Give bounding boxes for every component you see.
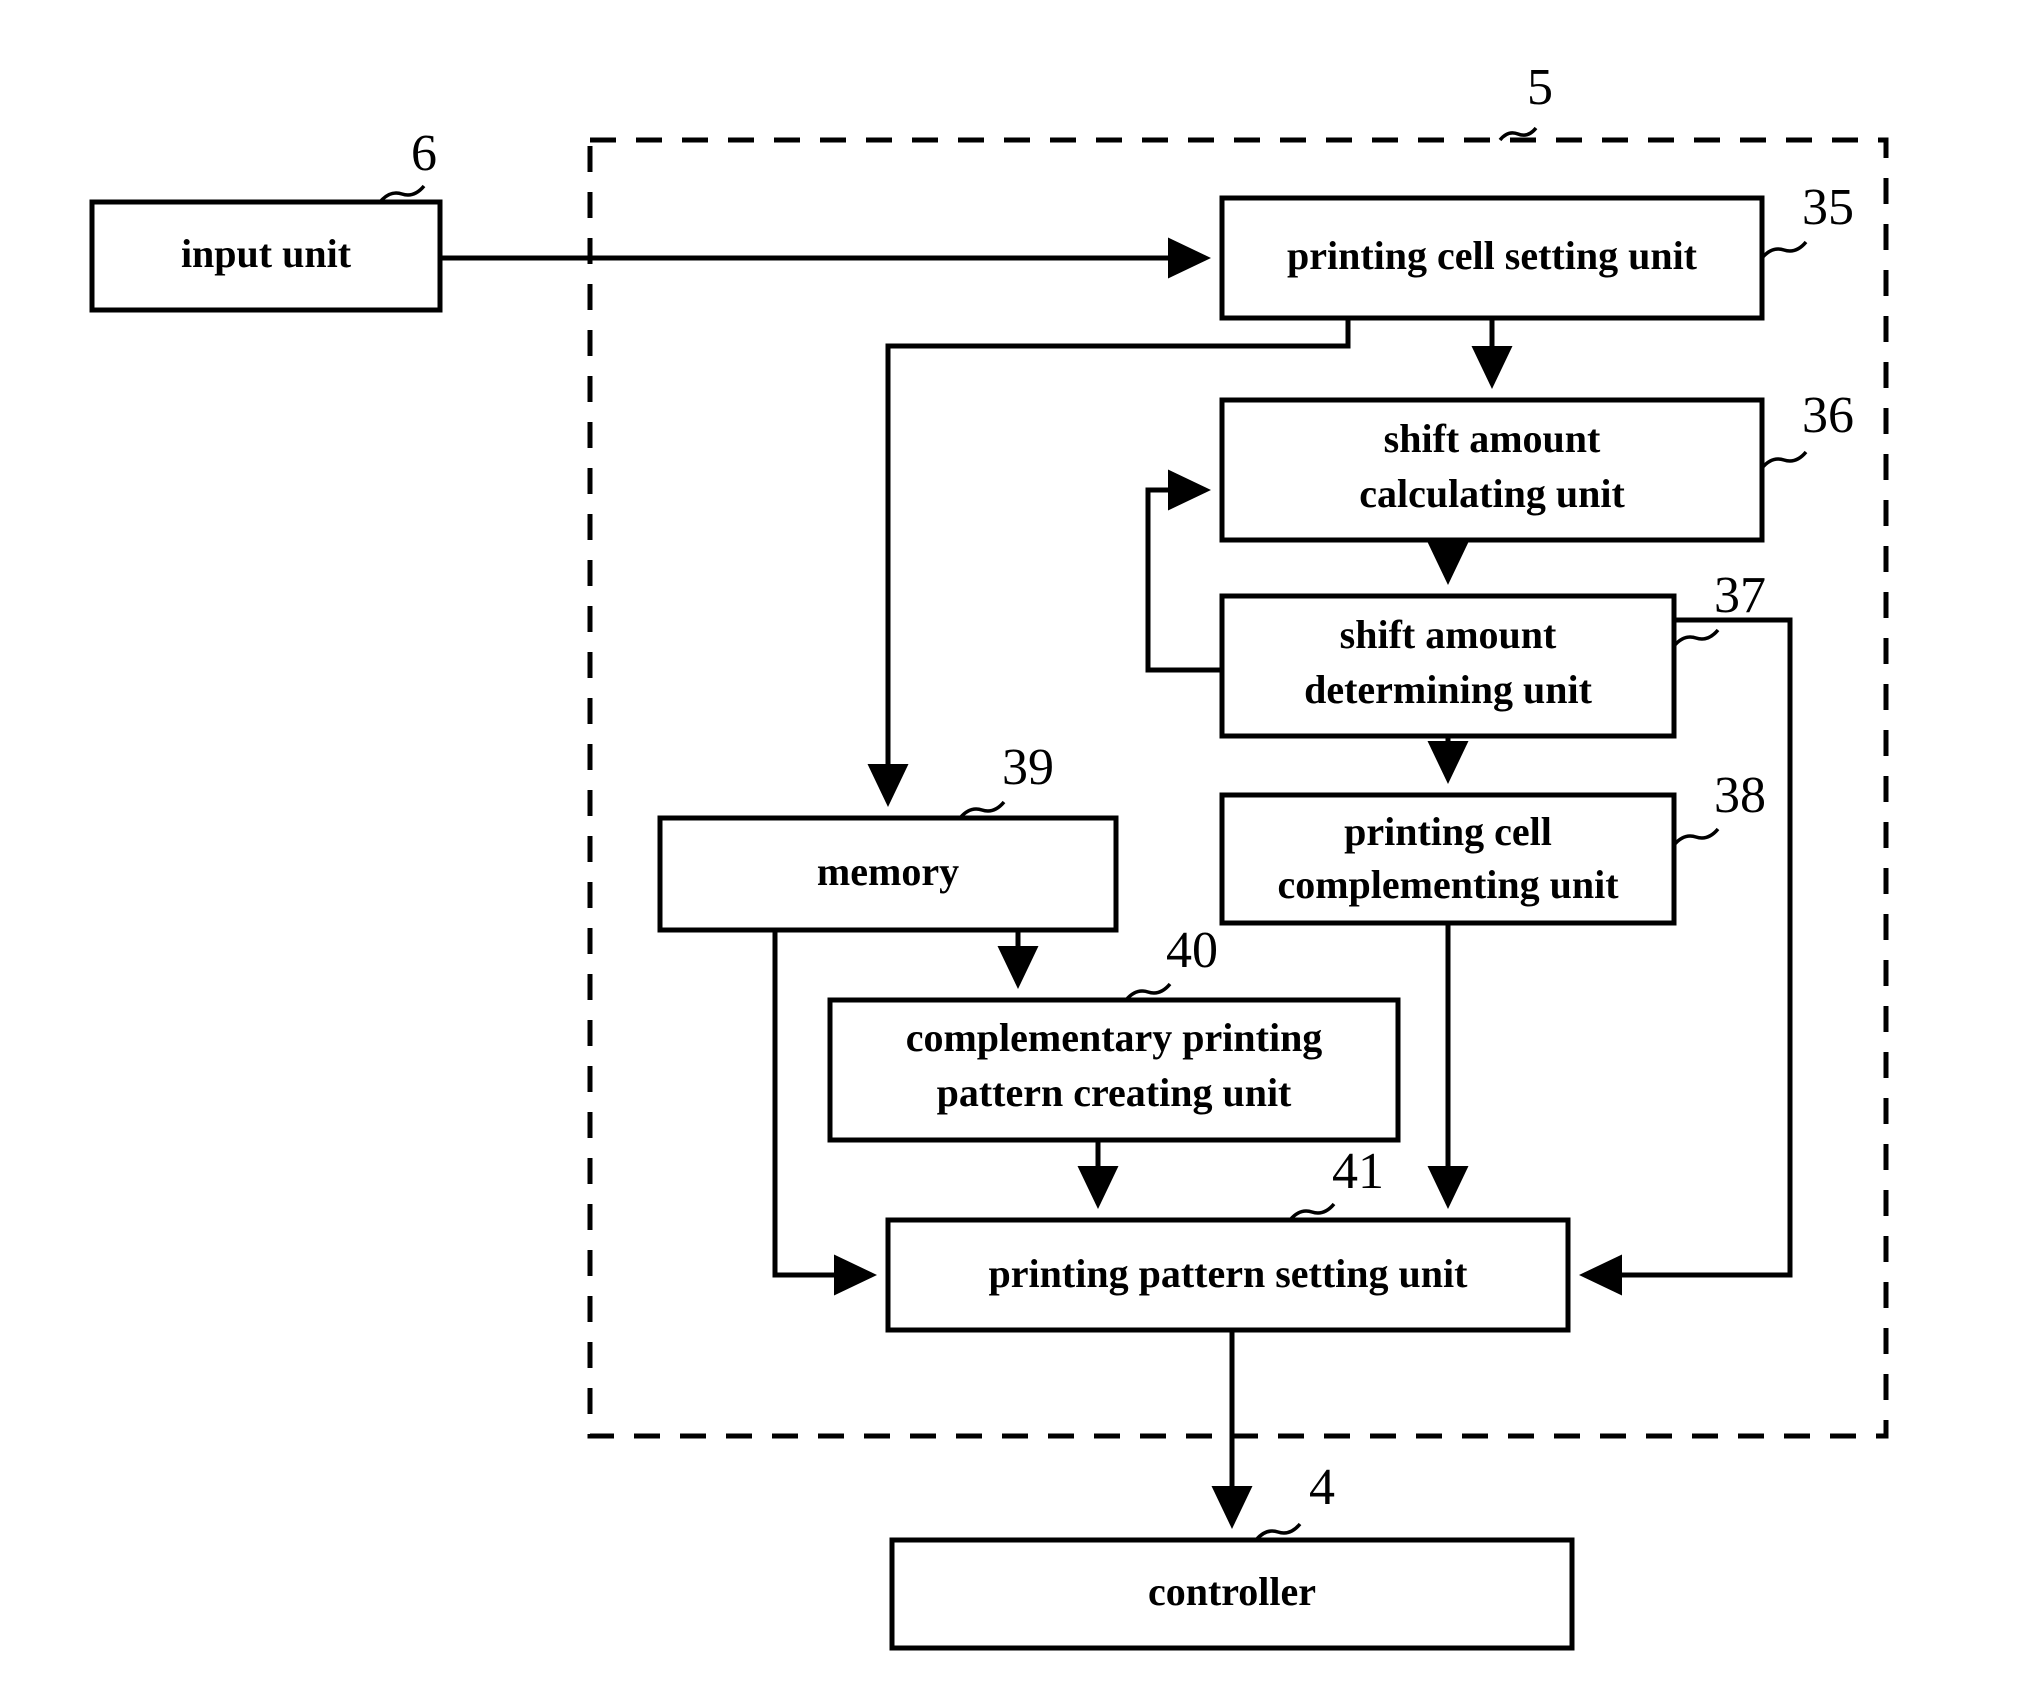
ref-num-37: 37 <box>1714 567 1766 624</box>
ref-num-5: 5 <box>1527 59 1553 116</box>
block-label-complementary-printing-pattern-creating-unit-line2: pattern creating unit <box>937 1070 1292 1115</box>
block-label-shift-amount-calculating-unit-line2: calculating unit <box>1359 471 1625 516</box>
block-label-shift-amount-calculating-unit-line1: shift amount <box>1384 416 1601 461</box>
leader-line-35 <box>1760 240 1808 260</box>
ref-num-41: 41 <box>1332 1143 1384 1200</box>
ref-num-35: 35 <box>1802 179 1854 236</box>
block-label-printing-cell-complementing-unit-line1: printing cell <box>1344 809 1552 854</box>
block-label-shift-amount-determining-unit-line1: shift amount <box>1340 612 1557 657</box>
block-label-printing-cell-setting-unit: printing cell setting unit <box>1287 233 1698 278</box>
leader-line-36 <box>1760 450 1808 470</box>
ref-num-36: 36 <box>1802 387 1854 444</box>
block-label-memory: memory <box>817 849 959 894</box>
block-label-controller: controller <box>1148 1569 1316 1614</box>
block-label-shift-amount-determining-unit-line2: determining unit <box>1304 667 1592 712</box>
block-label-printing-cell-complementing-unit-line2: complementing unit <box>1277 862 1619 907</box>
figure-canvas: 5 input unit 6 printing cell setting uni… <box>0 0 2028 1698</box>
ref-num-4: 4 <box>1309 1459 1335 1516</box>
ref-num-6: 6 <box>411 125 437 182</box>
connector-feedback-shift-amount-determining-to-calculating <box>1145 469 1222 673</box>
block-label-complementary-printing-pattern-creating-unit-line1: complementary printing <box>906 1015 1323 1060</box>
ref-num-38: 38 <box>1714 767 1766 824</box>
block-diagram: 5 input unit 6 printing cell setting uni… <box>89 59 1889 1651</box>
ref-num-40: 40 <box>1166 922 1218 979</box>
block-label-input-unit: input unit <box>181 231 352 276</box>
leader-line-38 <box>1672 827 1720 847</box>
leader-line-37 <box>1672 628 1720 648</box>
ref-num-39: 39 <box>1002 739 1054 796</box>
block-label-printing-pattern-setting-unit: printing pattern setting unit <box>989 1251 1469 1296</box>
